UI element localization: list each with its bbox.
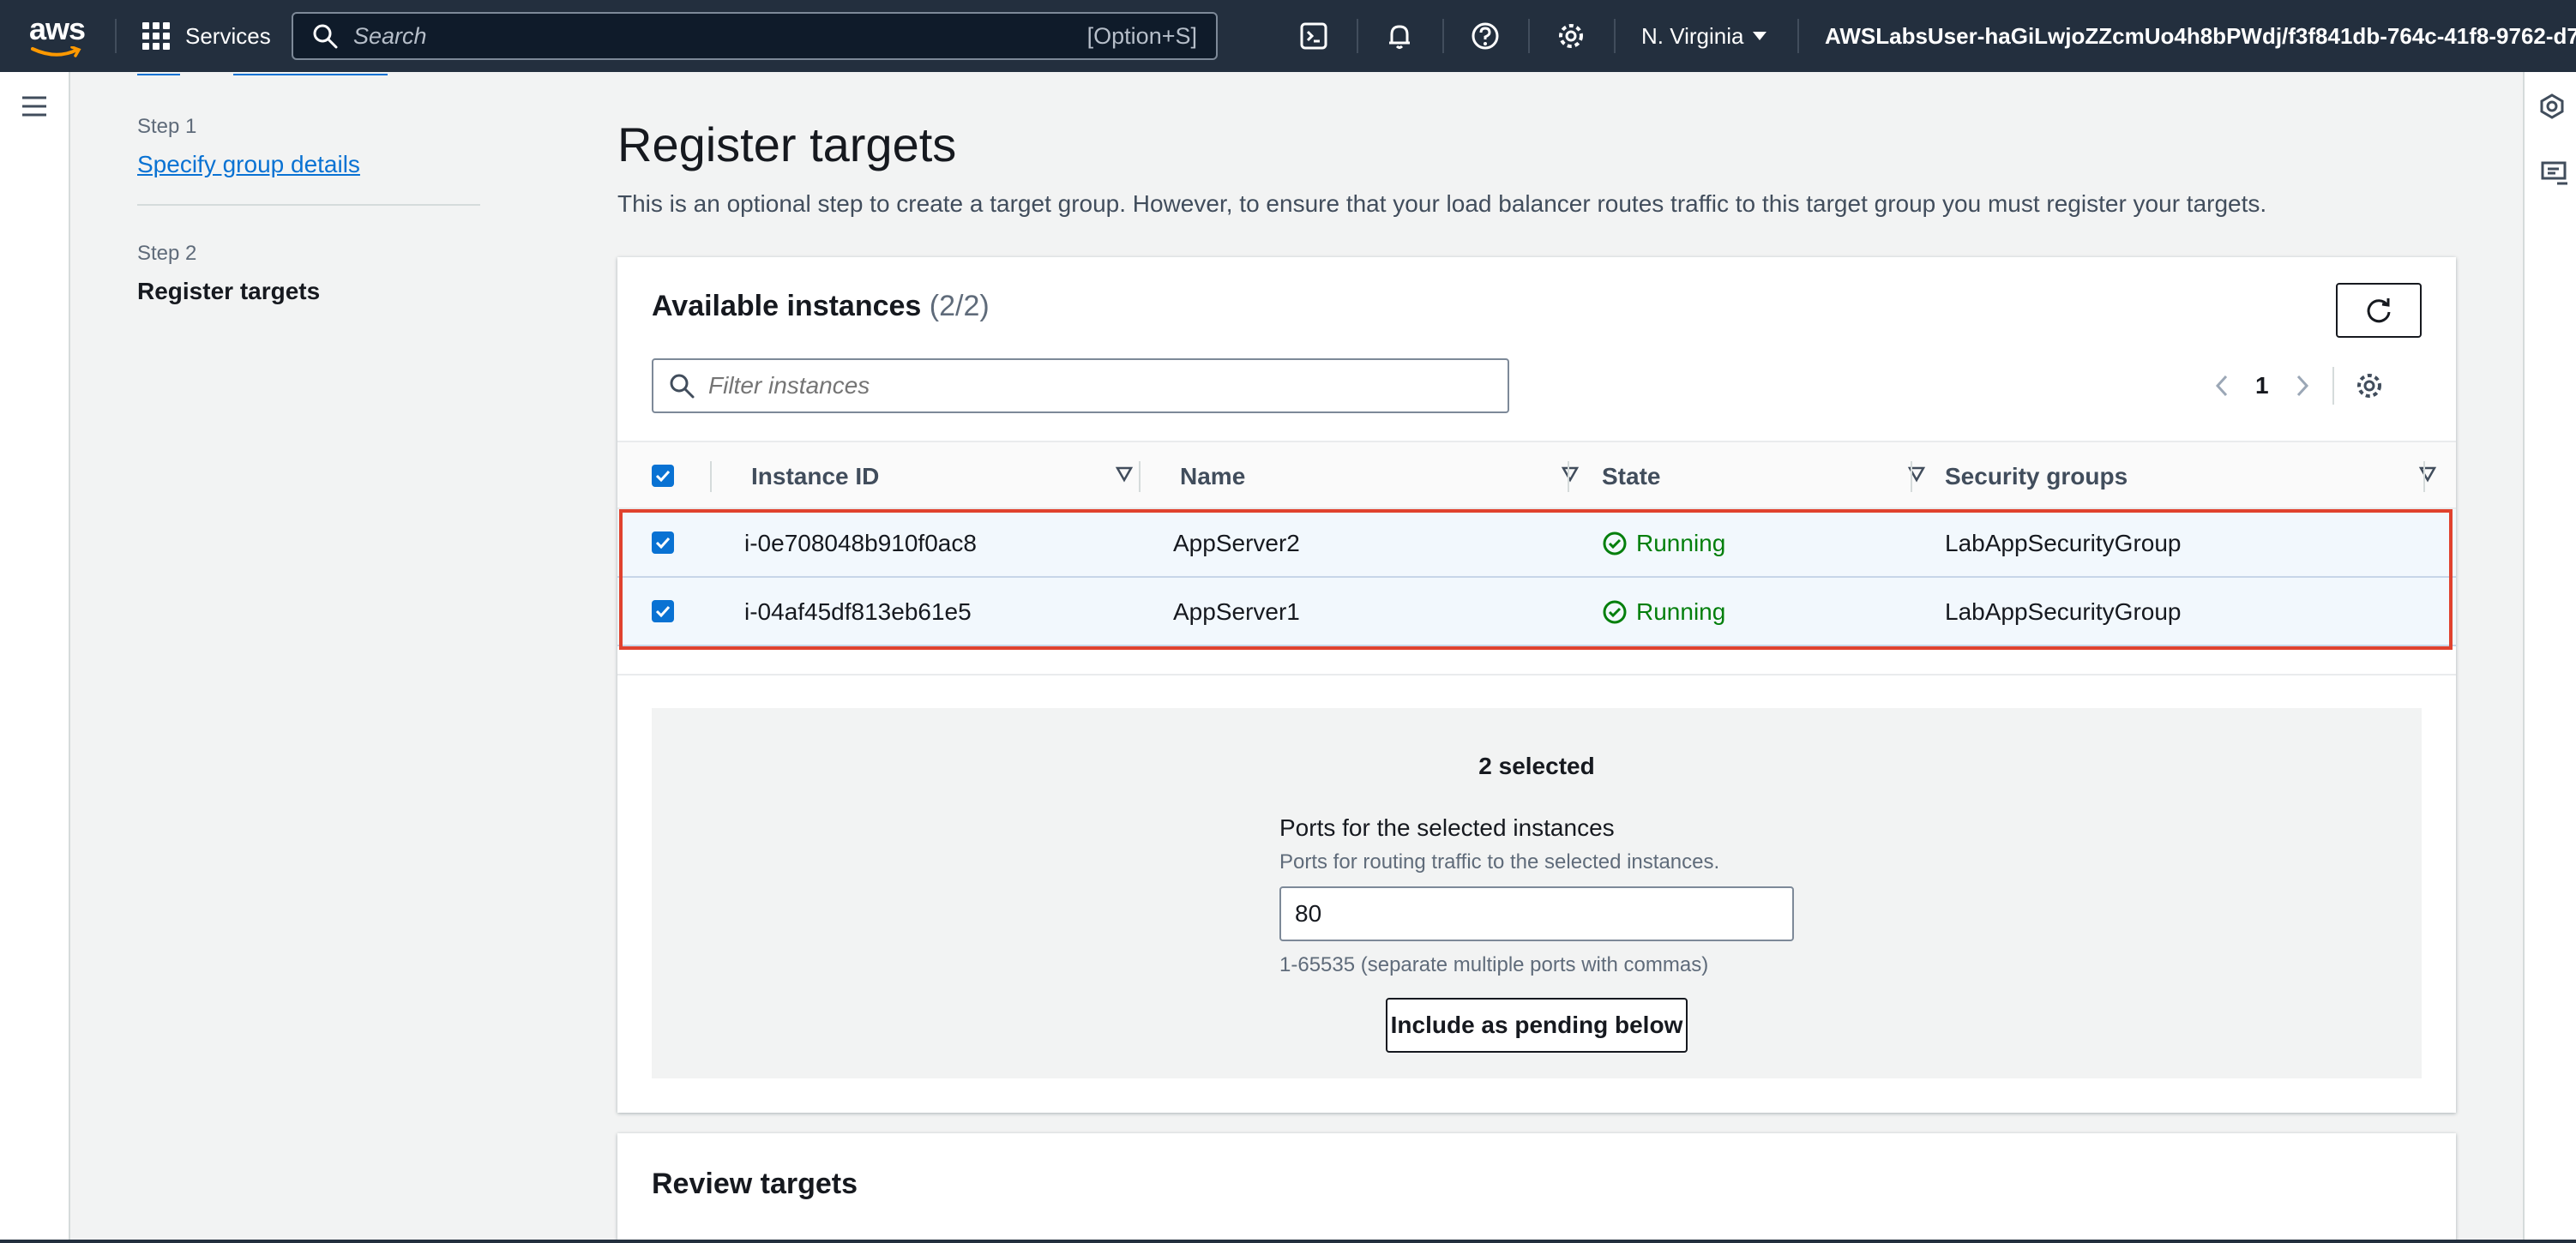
table-footer-spacer [617,646,2456,676]
ports-hint: 1-65535 (separate multiple ports with co… [1279,953,1709,976]
include-as-pending-button[interactable]: Include as pending below [1386,998,1688,1053]
bottom-bar [0,1240,2576,1243]
table-settings-icon[interactable] [2355,371,2384,400]
global-search[interactable]: Search [Option+S] [292,12,1218,60]
search-icon [670,374,695,399]
check-circle-icon [1603,531,1627,555]
sort-icon [1561,466,1580,483]
pager-divider [2332,367,2334,405]
nav-divider [1528,19,1530,53]
bell-icon[interactable] [1382,19,1417,53]
ports-input[interactable] [1279,886,1794,941]
breadcrumb [137,72,737,79]
instance-id: i-0e708048b910f0ac8 [744,530,977,556]
top-navigation: aws Services Search [Option+S] N. Virgin… [0,0,2576,72]
region-selector[interactable]: N. Virginia [1641,0,1767,72]
column-security-groups[interactable]: Security groups [1945,442,2437,511]
security-group: LabAppSecurityGroup [1945,530,2182,556]
selected-count: 2 selected [1478,753,1595,779]
table-row[interactable]: i-0e708048b910f0ac8 AppServer2 Running L… [617,509,2456,578]
aws-smile-icon [31,46,81,57]
available-instances-panel: Available instances (2/2) 1 I [617,257,2456,1113]
column-name[interactable]: Name [1180,442,1580,511]
refresh-button[interactable] [2336,283,2422,338]
sort-icon [2418,466,2437,483]
cloudshell-icon[interactable] [1297,19,1331,53]
gear-icon[interactable] [1554,19,1588,53]
filter-instances[interactable] [652,358,1509,413]
chevron-left-icon[interactable] [2214,374,2230,398]
search-icon [313,24,338,49]
review-targets-title: Review targets [652,1168,858,1200]
selected-instances-panel: 2 selected Ports for the selected instan… [652,708,2422,1078]
nav-divider [1797,19,1799,53]
aws-logo-text: aws [29,11,86,46]
table-row[interactable]: i-04af45df813eb61e5 AppServer1 Running L… [617,578,2456,646]
wizard-steps: Step 1 Specify group details Step 2 Regi… [137,115,480,305]
select-all-checkbox[interactable] [652,465,674,487]
services-menu[interactable]: Services [142,0,271,72]
nav-divider [1614,19,1616,53]
instances-count: (2/2) [929,290,990,322]
feedback-icon[interactable] [2540,159,2569,193]
left-rail [0,72,70,1243]
tools-panel-icon[interactable] [2538,93,2566,124]
page-title: Register targets [617,117,957,171]
instance-name: AppServer2 [1173,530,1300,556]
step-1-label: Step 1 [137,115,197,138]
check-circle-icon [1603,600,1627,624]
search-input[interactable]: Search [353,23,1087,50]
page-number[interactable]: 1 [2255,372,2269,399]
ports-label: Ports for the selected instances [1279,814,1615,841]
menu-icon[interactable] [19,93,50,124]
nav-divider [115,19,117,53]
nav-divider [1442,19,1444,53]
services-grid-icon [142,22,170,50]
row-checkbox[interactable] [652,600,674,622]
search-shortcut: [Option+S] [1086,22,1197,49]
services-label: Services [185,22,271,49]
column-state[interactable]: State [1602,442,1926,511]
review-targets-panel: Review targets [617,1133,2456,1243]
region-label: N. Virginia [1641,22,1744,49]
pagination: 1 [2214,363,2384,408]
account-menu[interactable]: AWSLabsUser-haGiLwjoZZcmUo4h8bPWdj/f3f84… [1825,0,2576,72]
filter-instances-input[interactable] [708,372,1480,399]
sort-icon [1115,466,1134,483]
column-instance-id[interactable]: Instance ID [751,442,1134,511]
step-1-link[interactable]: Specify group details [137,151,480,178]
table-header: Instance ID Name State Security groups [617,441,2456,509]
ports-field: Ports for the selected instances Ports f… [1279,814,1794,977]
nav-divider [1357,19,1358,53]
step-divider [137,204,480,206]
row-checkbox[interactable] [652,531,674,554]
instance-id: i-04af45df813eb61e5 [744,598,972,625]
right-rail [2523,72,2576,1243]
step-2-current: Register targets [137,278,321,304]
security-group: LabAppSecurityGroup [1945,598,2182,625]
help-icon[interactable] [1468,19,1502,53]
available-instances-title: Available instances (2/2) [652,290,990,322]
instance-state: Running [1602,509,1725,578]
page-description: This is an optional step to create a tar… [617,190,2267,217]
caret-down-icon [1753,32,1767,40]
ports-description: Ports for routing traffic to the selecte… [1279,850,1720,874]
aws-logo[interactable]: aws [29,14,87,57]
refresh-icon [2367,298,2391,323]
instance-name: AppServer1 [1173,598,1300,625]
instance-state: Running [1602,578,1725,646]
chevron-right-icon[interactable] [2295,374,2310,398]
instances-table: Instance ID Name State Security groups i… [617,441,2456,676]
step-2-label: Step 2 [137,242,197,265]
